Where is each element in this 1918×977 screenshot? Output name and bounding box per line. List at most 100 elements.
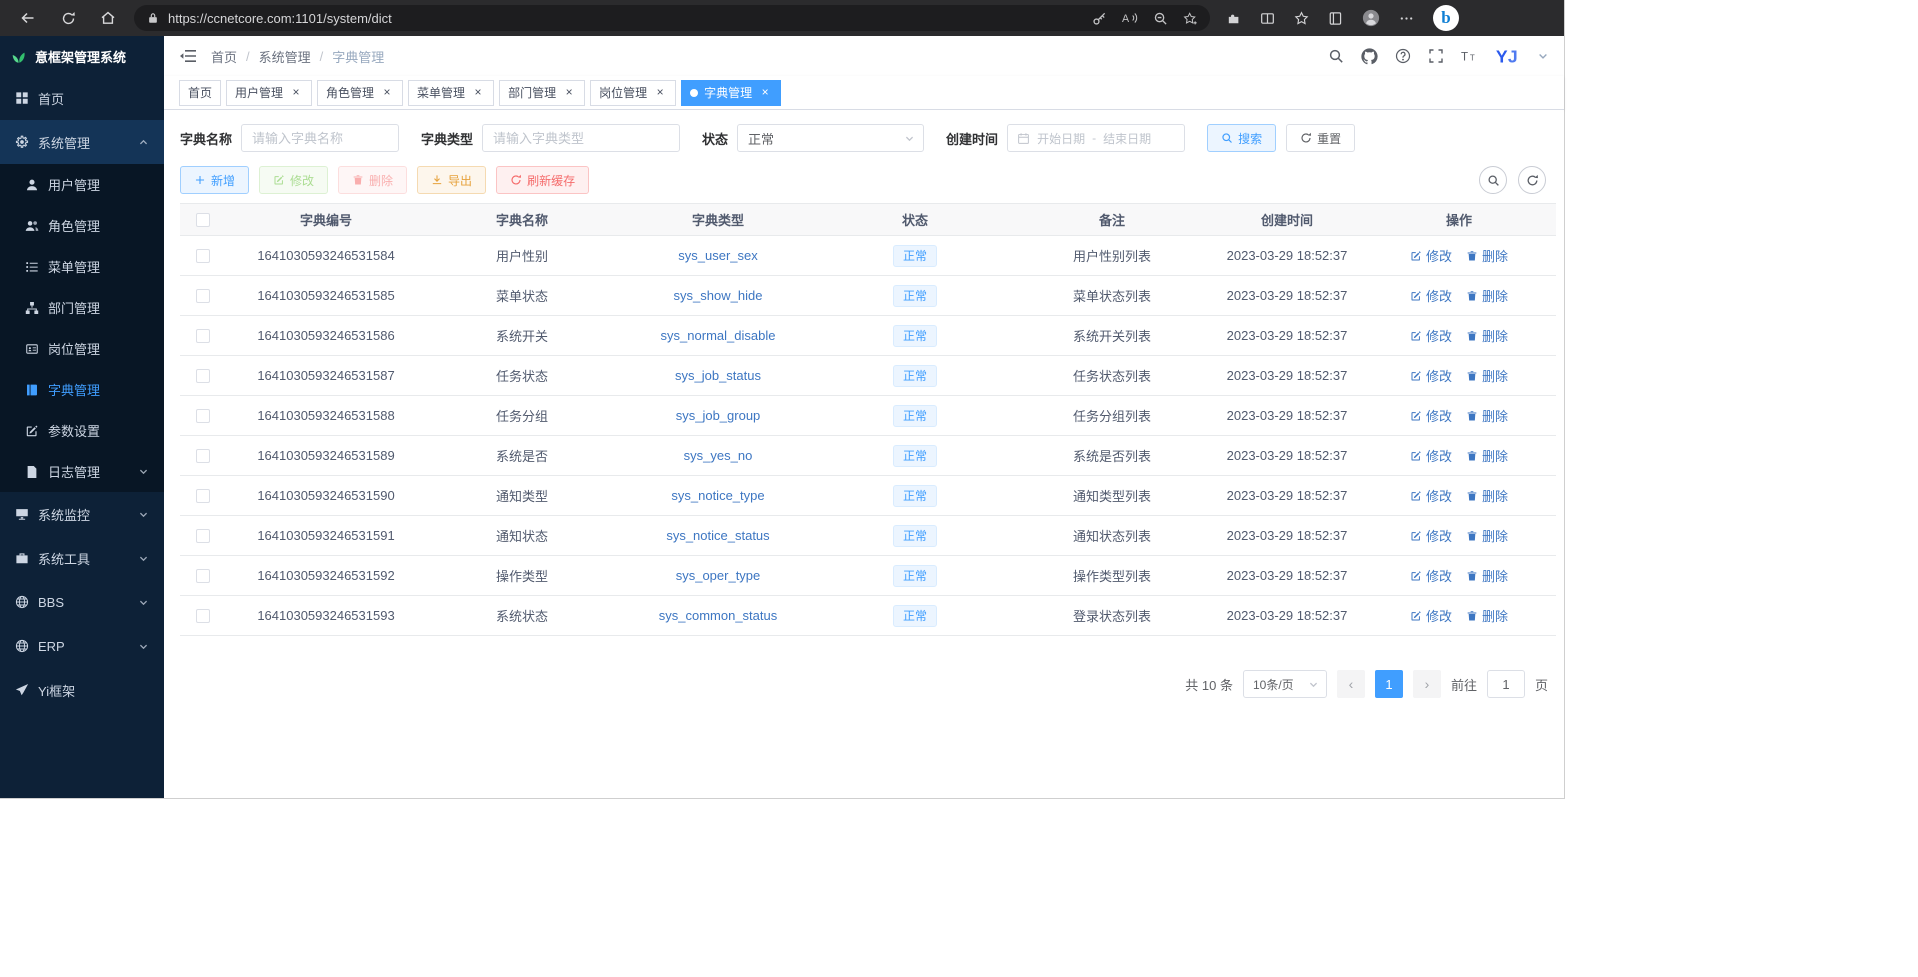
tab-home[interactable]: 首页 <box>179 80 221 106</box>
edit-link[interactable]: 修改 <box>1410 446 1452 465</box>
back-button[interactable] <box>13 3 43 33</box>
edit-link[interactable]: 修改 <box>1410 406 1452 425</box>
sidebar-item-dict[interactable]: 字典管理 <box>0 369 164 410</box>
row-checkbox[interactable] <box>196 449 210 463</box>
hamburger-icon[interactable] <box>179 47 197 65</box>
edit-button[interactable]: 修改 <box>259 166 328 194</box>
more-menu-icon[interactable] <box>1399 11 1414 26</box>
sidebar-item-config[interactable]: 参数设置 <box>0 410 164 451</box>
sidebar-item-erp[interactable]: ERP <box>0 624 164 668</box>
dict-type-link[interactable]: sys_notice_status <box>666 528 769 543</box>
row-checkbox[interactable] <box>196 249 210 263</box>
goto-page-input[interactable] <box>1487 670 1525 698</box>
toggle-search-button[interactable] <box>1479 166 1507 194</box>
collections-icon[interactable] <box>1328 11 1343 26</box>
password-key-icon[interactable] <box>1092 11 1107 26</box>
edit-link[interactable]: 修改 <box>1410 486 1452 505</box>
sidebar-item-home[interactable]: 首页 <box>0 76 164 120</box>
help-icon[interactable] <box>1395 48 1411 64</box>
status-select[interactable]: 正常 <box>737 124 924 152</box>
edit-link[interactable]: 修改 <box>1410 246 1452 265</box>
refresh-table-button[interactable] <box>1518 166 1546 194</box>
next-page-button[interactable]: › <box>1413 670 1441 698</box>
row-checkbox[interactable] <box>196 289 210 303</box>
sidebar-item-user[interactable]: 用户管理 <box>0 164 164 205</box>
delete-link[interactable]: 删除 <box>1466 446 1508 465</box>
delete-button[interactable]: 删除 <box>338 166 407 194</box>
delete-link[interactable]: 删除 <box>1466 406 1508 425</box>
sidebar-item-post[interactable]: 岗位管理 <box>0 328 164 369</box>
tab-post[interactable]: 岗位管理× <box>590 80 676 106</box>
app-logo[interactable]: 意框架管理系统 <box>0 36 164 76</box>
reset-button[interactable]: 重置 <box>1286 124 1355 152</box>
edit-link[interactable]: 修改 <box>1410 286 1452 305</box>
dict-type-link[interactable]: sys_normal_disable <box>661 328 776 343</box>
dict-type-link[interactable]: sys_job_status <box>675 368 761 383</box>
breadcrumb-system[interactable]: 系统管理 <box>259 47 311 66</box>
user-logo-avatar[interactable]: YJ <box>1494 43 1520 69</box>
delete-link[interactable]: 删除 <box>1466 326 1508 345</box>
tab-dict[interactable]: 字典管理× <box>681 80 781 106</box>
fullscreen-icon[interactable] <box>1428 48 1444 64</box>
github-icon[interactable] <box>1361 48 1378 65</box>
split-screen-icon[interactable] <box>1260 11 1275 26</box>
address-bar[interactable]: https://ccnetcore.com:1101/system/dict A <box>134 5 1210 31</box>
url-text[interactable]: https://ccnetcore.com:1101/system/dict <box>168 11 1082 26</box>
current-page-button[interactable]: 1 <box>1375 670 1403 698</box>
export-button[interactable]: 导出 <box>417 166 486 194</box>
profile-avatar[interactable] <box>1362 9 1380 27</box>
sidebar-item-dept[interactable]: 部门管理 <box>0 287 164 328</box>
sidebar-item-log[interactable]: 日志管理 <box>0 451 164 492</box>
tab-close-icon[interactable]: × <box>653 86 667 100</box>
search-icon[interactable] <box>1328 48 1344 64</box>
user-caret-down-icon[interactable] <box>1537 50 1549 62</box>
sidebar-item-bbs[interactable]: BBS <box>0 580 164 624</box>
edit-link[interactable]: 修改 <box>1410 606 1452 625</box>
zoom-out-icon[interactable] <box>1153 11 1168 26</box>
font-size-icon[interactable]: TT <box>1461 48 1477 64</box>
bing-discover-icon[interactable]: b <box>1433 5 1459 31</box>
delete-link[interactable]: 删除 <box>1466 606 1508 625</box>
tab-close-icon[interactable]: × <box>471 86 485 100</box>
extensions-icon[interactable] <box>1226 11 1241 26</box>
dict-type-link[interactable]: sys_job_group <box>676 408 761 423</box>
dict-type-input[interactable] <box>482 124 680 152</box>
tab-user[interactable]: 用户管理× <box>226 80 312 106</box>
edit-link[interactable]: 修改 <box>1410 326 1452 345</box>
sidebar-item-menu[interactable]: 菜单管理 <box>0 246 164 287</box>
row-checkbox[interactable] <box>196 609 210 623</box>
home-button[interactable] <box>93 3 123 33</box>
tab-role[interactable]: 角色管理× <box>317 80 403 106</box>
row-checkbox[interactable] <box>196 489 210 503</box>
row-checkbox[interactable] <box>196 369 210 383</box>
tab-close-icon[interactable]: × <box>562 86 576 100</box>
dict-type-link[interactable]: sys_show_hide <box>674 288 763 303</box>
delete-link[interactable]: 删除 <box>1466 526 1508 545</box>
row-checkbox[interactable] <box>196 329 210 343</box>
tab-close-icon[interactable]: × <box>758 86 772 100</box>
dict-type-link[interactable]: sys_oper_type <box>676 568 761 583</box>
prev-page-button[interactable]: ‹ <box>1337 670 1365 698</box>
add-favorite-icon[interactable] <box>1183 11 1198 26</box>
delete-link[interactable]: 删除 <box>1466 286 1508 305</box>
row-checkbox[interactable] <box>196 529 210 543</box>
tab-close-icon[interactable]: × <box>380 86 394 100</box>
date-range-picker[interactable]: 开始日期 - 结束日期 <box>1007 124 1185 152</box>
tab-close-icon[interactable]: × <box>289 86 303 100</box>
refresh-button[interactable] <box>53 3 83 33</box>
favorites-icon[interactable] <box>1294 11 1309 26</box>
search-button[interactable]: 搜索 <box>1207 124 1276 152</box>
add-button[interactable]: 新增 <box>180 166 249 194</box>
dict-type-link[interactable]: sys_common_status <box>659 608 778 623</box>
row-checkbox[interactable] <box>196 569 210 583</box>
dict-type-link[interactable]: sys_user_sex <box>678 248 757 263</box>
dict-name-input[interactable] <box>241 124 399 152</box>
sidebar-item-role[interactable]: 角色管理 <box>0 205 164 246</box>
delete-link[interactable]: 删除 <box>1466 486 1508 505</box>
dict-type-link[interactable]: sys_yes_no <box>684 448 753 463</box>
refresh-cache-button[interactable]: 刷新缓存 <box>496 166 589 194</box>
dict-type-link[interactable]: sys_notice_type <box>671 488 764 503</box>
read-aloud-icon[interactable]: A <box>1122 10 1138 26</box>
sidebar-item-system[interactable]: 系统管理 <box>0 120 164 164</box>
sidebar-item-tools[interactable]: 系统工具 <box>0 536 164 580</box>
